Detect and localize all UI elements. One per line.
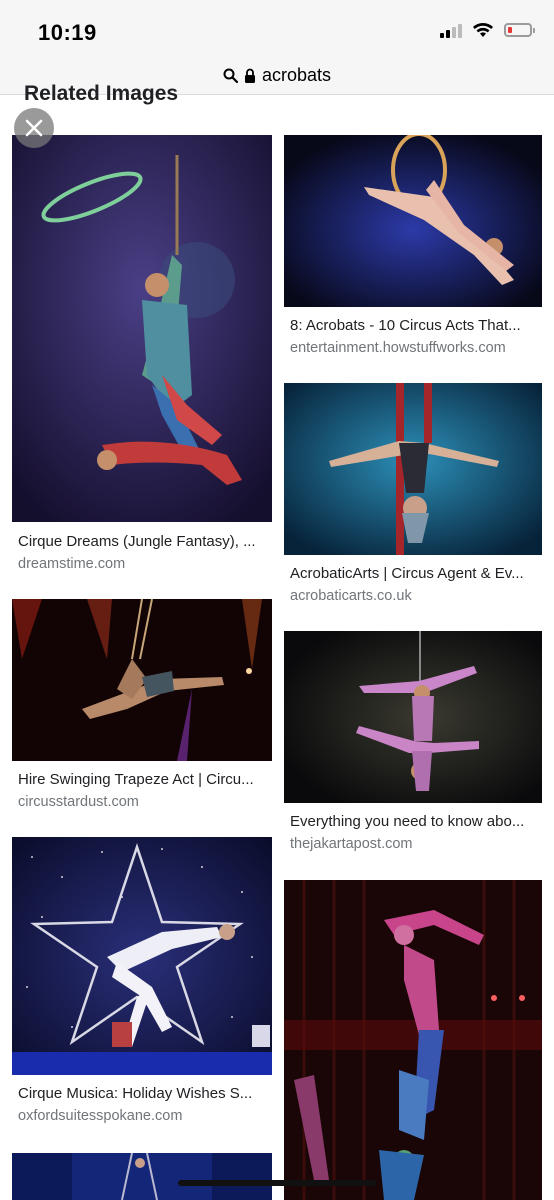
result-domain[interactable]: dreamstime.com	[18, 556, 125, 572]
image-result-card[interactable]: AcrobaticArts | Circus Agent & Ev... acr…	[284, 383, 542, 613]
result-caption[interactable]: Cirque Dreams (Jungle Fantasy), ...	[18, 533, 268, 550]
status-icons	[440, 22, 535, 38]
result-thumbnail[interactable]	[284, 631, 542, 803]
result-domain[interactable]: thejakartapost.com	[290, 836, 413, 852]
result-caption[interactable]: Cirque Musica: Holiday Wishes S...	[18, 1085, 268, 1102]
result-thumbnail[interactable]	[12, 135, 272, 522]
result-caption[interactable]: 8: Acrobats - 10 Circus Acts That...	[290, 317, 540, 334]
result-domain[interactable]: acrobaticarts.co.uk	[290, 588, 412, 604]
image-result-card[interactable]	[284, 880, 542, 1200]
image-result-card[interactable]: 8: Acrobats - 10 Circus Acts That... ent…	[284, 135, 542, 365]
clock: 10:19	[38, 20, 97, 45]
search-icon	[223, 68, 238, 83]
result-thumbnail[interactable]	[12, 837, 272, 1075]
close-button[interactable]	[14, 108, 54, 148]
cellular-signal-icon	[440, 22, 462, 38]
result-thumbnail[interactable]	[284, 135, 542, 307]
status-bar: 10:19	[0, 0, 554, 56]
image-result-card[interactable]: Everything you need to know abo... theja…	[284, 631, 542, 861]
section-title: Related Images	[24, 82, 179, 105]
result-thumbnail[interactable]	[12, 599, 272, 761]
wifi-icon	[473, 23, 493, 37]
lock-icon	[244, 68, 255, 83]
result-thumbnail[interactable]	[284, 880, 542, 1200]
image-result-card[interactable]	[12, 1153, 272, 1200]
url-text: acrobats	[261, 64, 332, 85]
result-thumbnail[interactable]	[12, 1153, 272, 1200]
result-caption[interactable]: Hire Swinging Trapeze Act | Circu...	[18, 771, 268, 788]
result-domain[interactable]: oxfordsuitesspokane.com	[18, 1108, 182, 1124]
result-domain[interactable]: entertainment.howstuffworks.com	[290, 340, 506, 356]
image-result-card[interactable]: Cirque Dreams (Jungle Fantasy), ... drea…	[12, 135, 272, 580]
result-thumbnail[interactable]	[284, 383, 542, 555]
result-caption[interactable]: Everything you need to know abo...	[290, 813, 540, 830]
close-icon	[25, 119, 43, 137]
result-caption[interactable]: AcrobaticArts | Circus Agent & Ev...	[290, 565, 540, 582]
image-result-card[interactable]: Hire Swinging Trapeze Act | Circu... cir…	[12, 599, 272, 819]
home-indicator[interactable]	[178, 1180, 376, 1186]
result-domain[interactable]: circusstardust.com	[18, 794, 139, 810]
image-result-card[interactable]: Cirque Musica: Holiday Wishes S... oxfor…	[12, 837, 272, 1133]
battery-icon	[504, 23, 535, 37]
